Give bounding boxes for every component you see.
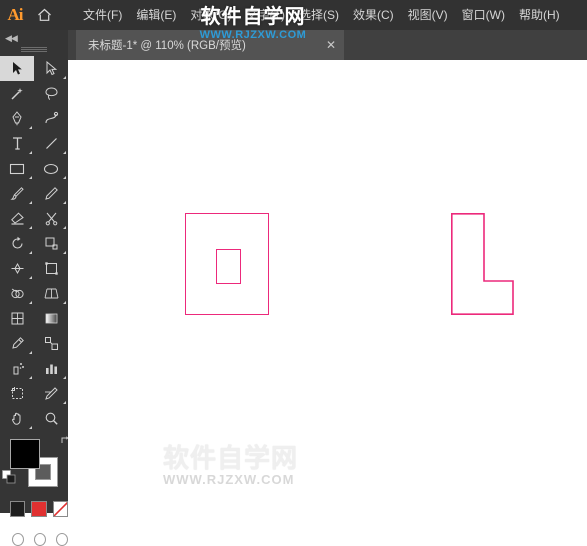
gradient-tool[interactable]: [34, 306, 68, 331]
menu-view[interactable]: 视图(V): [401, 0, 455, 30]
zoom-tool[interactable]: [34, 406, 68, 431]
flyout-indicator-icon: [29, 351, 32, 354]
scale-tool[interactable]: [34, 231, 68, 256]
edit-toolbar-icon[interactable]: [56, 533, 68, 546]
document-tab-bar: 未标题-1* @ 110% (RGB/预览) ✕: [0, 30, 587, 60]
column-graph-tool[interactable]: [34, 356, 68, 381]
flyout-indicator-icon: [29, 226, 32, 229]
direct-selection-tool[interactable]: [34, 56, 68, 81]
collapse-panel-button[interactable]: ◀◀: [0, 30, 68, 45]
artboard-tool[interactable]: [0, 381, 34, 406]
illustrator-window: Ai 文件(F) 编辑(E) 对象(O) 文字(T) 选择(S) 效果(C) 视…: [0, 0, 587, 546]
ellipse-tool[interactable]: [34, 156, 68, 181]
slice-tool[interactable]: [34, 381, 68, 406]
menu-object[interactable]: 对象(O): [183, 0, 238, 30]
flyout-indicator-icon: [63, 151, 66, 154]
eyedropper-tool[interactable]: [0, 331, 34, 356]
rotate-tool[interactable]: [0, 231, 34, 256]
menu-select[interactable]: 选择(S): [292, 0, 346, 30]
l-shape-path[interactable]: [451, 213, 514, 315]
flyout-indicator-icon: [63, 401, 66, 404]
panel-drag-handle[interactable]: [21, 47, 47, 52]
rectangle-tool[interactable]: [0, 156, 34, 181]
color-mode-row: [10, 501, 68, 517]
eraser-tool[interactable]: [0, 206, 34, 231]
default-colors-icon[interactable]: [2, 470, 16, 489]
none-mode-button[interactable]: [52, 501, 68, 517]
color-controls: [2, 436, 69, 487]
curvature-tool[interactable]: [34, 106, 68, 131]
flyout-indicator-icon: [63, 376, 66, 379]
bottom-button-row: [12, 533, 68, 546]
flyout-indicator-icon: [29, 201, 32, 204]
flyout-indicator-icon: [63, 76, 66, 79]
mesh-tool[interactable]: [0, 306, 34, 331]
menu-bar: Ai 文件(F) 编辑(E) 对象(O) 文字(T) 选择(S) 效果(C) 视…: [0, 0, 587, 30]
flyout-indicator-icon: [63, 201, 66, 204]
flyout-indicator-icon: [29, 301, 32, 304]
hand-tool[interactable]: [0, 406, 34, 431]
tools-panel: ◀◀: [0, 30, 69, 546]
draw-normal-icon[interactable]: [34, 533, 46, 546]
flyout-indicator-icon: [63, 226, 66, 229]
width-tool[interactable]: [0, 256, 34, 281]
lasso-tool[interactable]: [34, 81, 68, 106]
close-icon[interactable]: ✕: [312, 38, 336, 52]
menu-item-list: 文件(F) 编辑(E) 对象(O) 文字(T) 选择(S) 效果(C) 视图(V…: [76, 0, 567, 30]
menu-file[interactable]: 文件(F): [76, 0, 129, 30]
flyout-indicator-icon: [29, 276, 32, 279]
menu-help[interactable]: 帮助(H): [512, 0, 567, 30]
flyout-indicator-icon: [63, 301, 66, 304]
magic-wand-tool[interactable]: [0, 81, 34, 106]
flyout-indicator-icon: [29, 251, 32, 254]
menu-effect[interactable]: 效果(C): [346, 0, 401, 30]
shaper-pencil-tool[interactable]: [34, 181, 68, 206]
paintbrush-tool[interactable]: [0, 181, 34, 206]
flyout-indicator-icon: [29, 376, 32, 379]
scissors-tool[interactable]: [34, 206, 68, 231]
screen-mode-icon[interactable]: [12, 533, 24, 546]
gradient-mode-button[interactable]: [31, 501, 47, 517]
fill-swatch[interactable]: [10, 439, 40, 469]
home-icon[interactable]: [30, 0, 58, 30]
perspective-grid-tool[interactable]: [34, 281, 68, 306]
blend-tool[interactable]: [34, 331, 68, 356]
flyout-indicator-icon: [29, 176, 32, 179]
shape-builder-tool[interactable]: [0, 281, 34, 306]
pen-tool[interactable]: [0, 106, 34, 131]
color-mode-button[interactable]: [10, 501, 26, 517]
selection-tool[interactable]: [0, 56, 34, 81]
document-tab-title: 未标题-1* @ 110% (RGB/预览): [88, 40, 246, 52]
menu-edit[interactable]: 编辑(E): [129, 0, 183, 30]
menu-type[interactable]: 文字(T): [239, 0, 292, 30]
symbol-sprayer-tool[interactable]: [0, 356, 34, 381]
app-logo: Ai: [7, 5, 24, 24]
menu-window[interactable]: 窗口(W): [455, 0, 512, 30]
flyout-indicator-icon: [63, 251, 66, 254]
document-tab[interactable]: 未标题-1* @ 110% (RGB/预览) ✕: [76, 30, 344, 60]
flyout-indicator-icon: [29, 126, 32, 129]
flyout-indicator-icon: [63, 176, 66, 179]
line-segment-tool[interactable]: [34, 131, 68, 156]
inner-rectangle[interactable]: [216, 249, 241, 284]
artboard-canvas[interactable]: [68, 60, 587, 513]
flyout-indicator-icon: [29, 426, 32, 429]
flyout-indicator-icon: [29, 151, 32, 154]
type-tool[interactable]: [0, 131, 34, 156]
tool-grid: [0, 56, 68, 431]
free-transform-tool[interactable]: [34, 256, 68, 281]
